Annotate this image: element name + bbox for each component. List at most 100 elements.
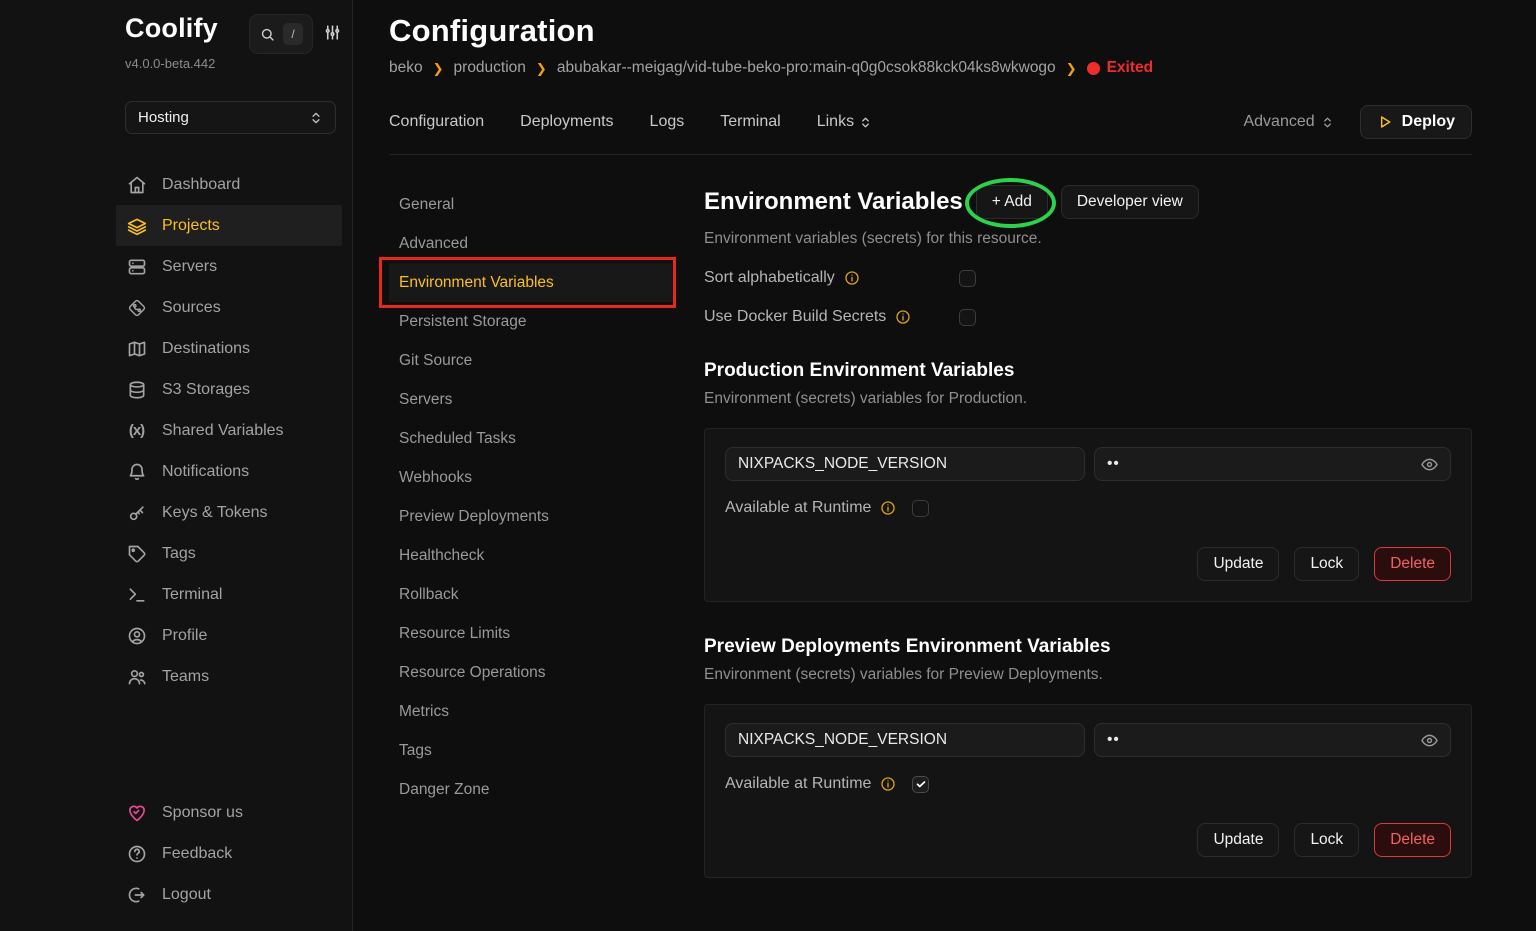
env-key-input[interactable] [725, 447, 1085, 481]
search-button[interactable]: / [249, 14, 313, 54]
submenu-item-metrics[interactable]: Metrics [389, 692, 673, 731]
breadcrumb-environment[interactable]: production [454, 59, 526, 77]
sidebar-item-label: Terminal [162, 586, 222, 604]
submenu-item-servers[interactable]: Servers [389, 380, 673, 419]
developer-view-button[interactable]: Developer view [1061, 185, 1199, 219]
breadcrumb-team[interactable]: beko [389, 59, 423, 77]
submenu-item-advanced[interactable]: Advanced [389, 224, 673, 263]
sort-alphabetically-label: Sort alphabetically [704, 269, 835, 287]
settings-sliders-icon[interactable] [323, 23, 342, 42]
tab-configuration[interactable]: Configuration [389, 113, 484, 131]
sidebar-item-label: Servers [162, 258, 217, 276]
info-icon[interactable] [880, 500, 896, 516]
info-icon[interactable] [844, 270, 860, 286]
users-icon [126, 667, 147, 687]
layers-icon [126, 216, 147, 236]
update-button[interactable]: Update [1197, 823, 1279, 857]
sidebar-item-tags[interactable]: Tags [116, 533, 342, 574]
search-icon [259, 26, 276, 43]
breadcrumb-resource[interactable]: abubakar--meigag/vid-tube-beko-pro:main-… [557, 59, 1056, 77]
env-key-input[interactable] [725, 723, 1085, 757]
sidebar-item-sources[interactable]: Sources [116, 287, 342, 328]
sidebar-item-s3-storages[interactable]: S3 Storages [116, 369, 342, 410]
sidebar-item-terminal[interactable]: Terminal [116, 574, 342, 615]
sidebar-footer: Sponsor us Feedback Logout [116, 792, 342, 915]
deploy-button[interactable]: Deploy [1360, 105, 1472, 139]
panel-subtitle: Environment variables (secrets) for this… [704, 230, 1472, 248]
preview-env-variable-card: Available at Runtime Update Lock Delete [704, 704, 1472, 878]
available-at-runtime-checkbox[interactable] [912, 500, 929, 517]
sidebar-item-logout[interactable]: Logout [116, 874, 342, 915]
sort-alphabetically-row: Sort alphabetically [704, 269, 1472, 287]
chevron-right-icon: ❯ [433, 61, 444, 77]
sidebar-item-projects[interactable]: Projects [116, 205, 342, 246]
available-at-runtime-label: Available at Runtime [725, 499, 871, 517]
submenu-item-rollback[interactable]: Rollback [389, 575, 673, 614]
docker-build-secrets-checkbox[interactable] [959, 309, 976, 326]
submenu-item-general[interactable]: General [389, 185, 673, 224]
status-badge: Exited [1087, 59, 1154, 77]
status-label: Exited [1107, 59, 1154, 77]
submenu-item-healthcheck[interactable]: Healthcheck [389, 536, 673, 575]
sidebar-item-label: Profile [162, 627, 207, 645]
info-icon[interactable] [895, 309, 911, 325]
status-dot-icon [1087, 62, 1100, 75]
team-select[interactable]: Hosting [125, 101, 336, 134]
submenu-item-persistent-storage[interactable]: Persistent Storage [389, 302, 673, 341]
sidebar-item-dashboard[interactable]: Dashboard [116, 164, 342, 205]
docker-build-secrets-label: Use Docker Build Secrets [704, 308, 886, 326]
submenu-item-scheduled-tasks[interactable]: Scheduled Tasks [389, 419, 673, 458]
tab-terminal[interactable]: Terminal [720, 113, 780, 131]
bell-icon [126, 462, 147, 482]
lock-button[interactable]: Lock [1294, 547, 1359, 581]
sidebar-item-label: Destinations [162, 340, 250, 358]
sidebar-item-label: Logout [162, 886, 211, 904]
available-at-runtime-label: Available at Runtime [725, 775, 871, 793]
chevron-right-icon: ❯ [536, 61, 547, 77]
submenu-item-webhooks[interactable]: Webhooks [389, 458, 673, 497]
sidebar-item-notifications[interactable]: Notifications [116, 451, 342, 492]
tab-deployments[interactable]: Deployments [520, 113, 613, 131]
parentheses-x-icon: (x) [126, 422, 147, 439]
env-value-input[interactable] [1094, 447, 1451, 481]
main-content: Configuration beko ❯ production ❯ abubak… [353, 0, 1536, 931]
update-button[interactable]: Update [1197, 547, 1279, 581]
sidebar-item-teams[interactable]: Teams [116, 656, 342, 697]
submenu-item-danger-zone[interactable]: Danger Zone [389, 770, 673, 809]
env-value-input[interactable] [1094, 723, 1451, 757]
sort-alphabetically-checkbox[interactable] [959, 270, 976, 287]
eye-icon[interactable] [1420, 455, 1439, 474]
info-icon[interactable] [880, 776, 896, 792]
sidebar-item-destinations[interactable]: Destinations [116, 328, 342, 369]
submenu-item-resource-limits[interactable]: Resource Limits [389, 614, 673, 653]
sidebar-item-keys-tokens[interactable]: Keys & Tokens [116, 492, 342, 533]
submenu-item-preview-deployments[interactable]: Preview Deployments [389, 497, 673, 536]
tab-links[interactable]: Links [817, 113, 872, 131]
lock-button[interactable]: Lock [1294, 823, 1359, 857]
home-icon [126, 175, 147, 195]
environment-variables-panel: Environment Variables + Add Developer vi… [704, 185, 1472, 878]
submenu-item-tags[interactable]: Tags [389, 731, 673, 770]
sidebar-item-label: S3 Storages [162, 381, 250, 399]
submenu-item-git-source[interactable]: Git Source [389, 341, 673, 380]
sidebar-item-feedback[interactable]: Feedback [116, 833, 342, 874]
team-select-value: Hosting [138, 109, 189, 126]
delete-button[interactable]: Delete [1374, 823, 1451, 857]
tab-logs[interactable]: Logs [650, 113, 685, 131]
add-env-variable-button[interactable]: + Add [976, 185, 1048, 219]
user-circle-icon [126, 626, 147, 646]
sidebar-item-profile[interactable]: Profile [116, 615, 342, 656]
sidebar-item-servers[interactable]: Servers [116, 246, 342, 287]
submenu-item-environment-variables[interactable]: Environment Variables [389, 263, 673, 302]
eye-icon[interactable] [1420, 731, 1439, 750]
available-at-runtime-checkbox[interactable] [912, 776, 929, 793]
advanced-dropdown[interactable]: Advanced [1243, 113, 1333, 131]
chevron-up-down-icon [859, 116, 872, 129]
sidebar-item-shared-variables[interactable]: (x) Shared Variables [116, 410, 342, 451]
server-icon [126, 257, 147, 277]
sidebar-item-sponsor-us[interactable]: Sponsor us [116, 792, 342, 833]
key-icon [126, 503, 147, 523]
delete-button[interactable]: Delete [1374, 547, 1451, 581]
settings-submenu: General Advanced Environment Variables P… [389, 185, 673, 878]
submenu-item-resource-operations[interactable]: Resource Operations [389, 653, 673, 692]
